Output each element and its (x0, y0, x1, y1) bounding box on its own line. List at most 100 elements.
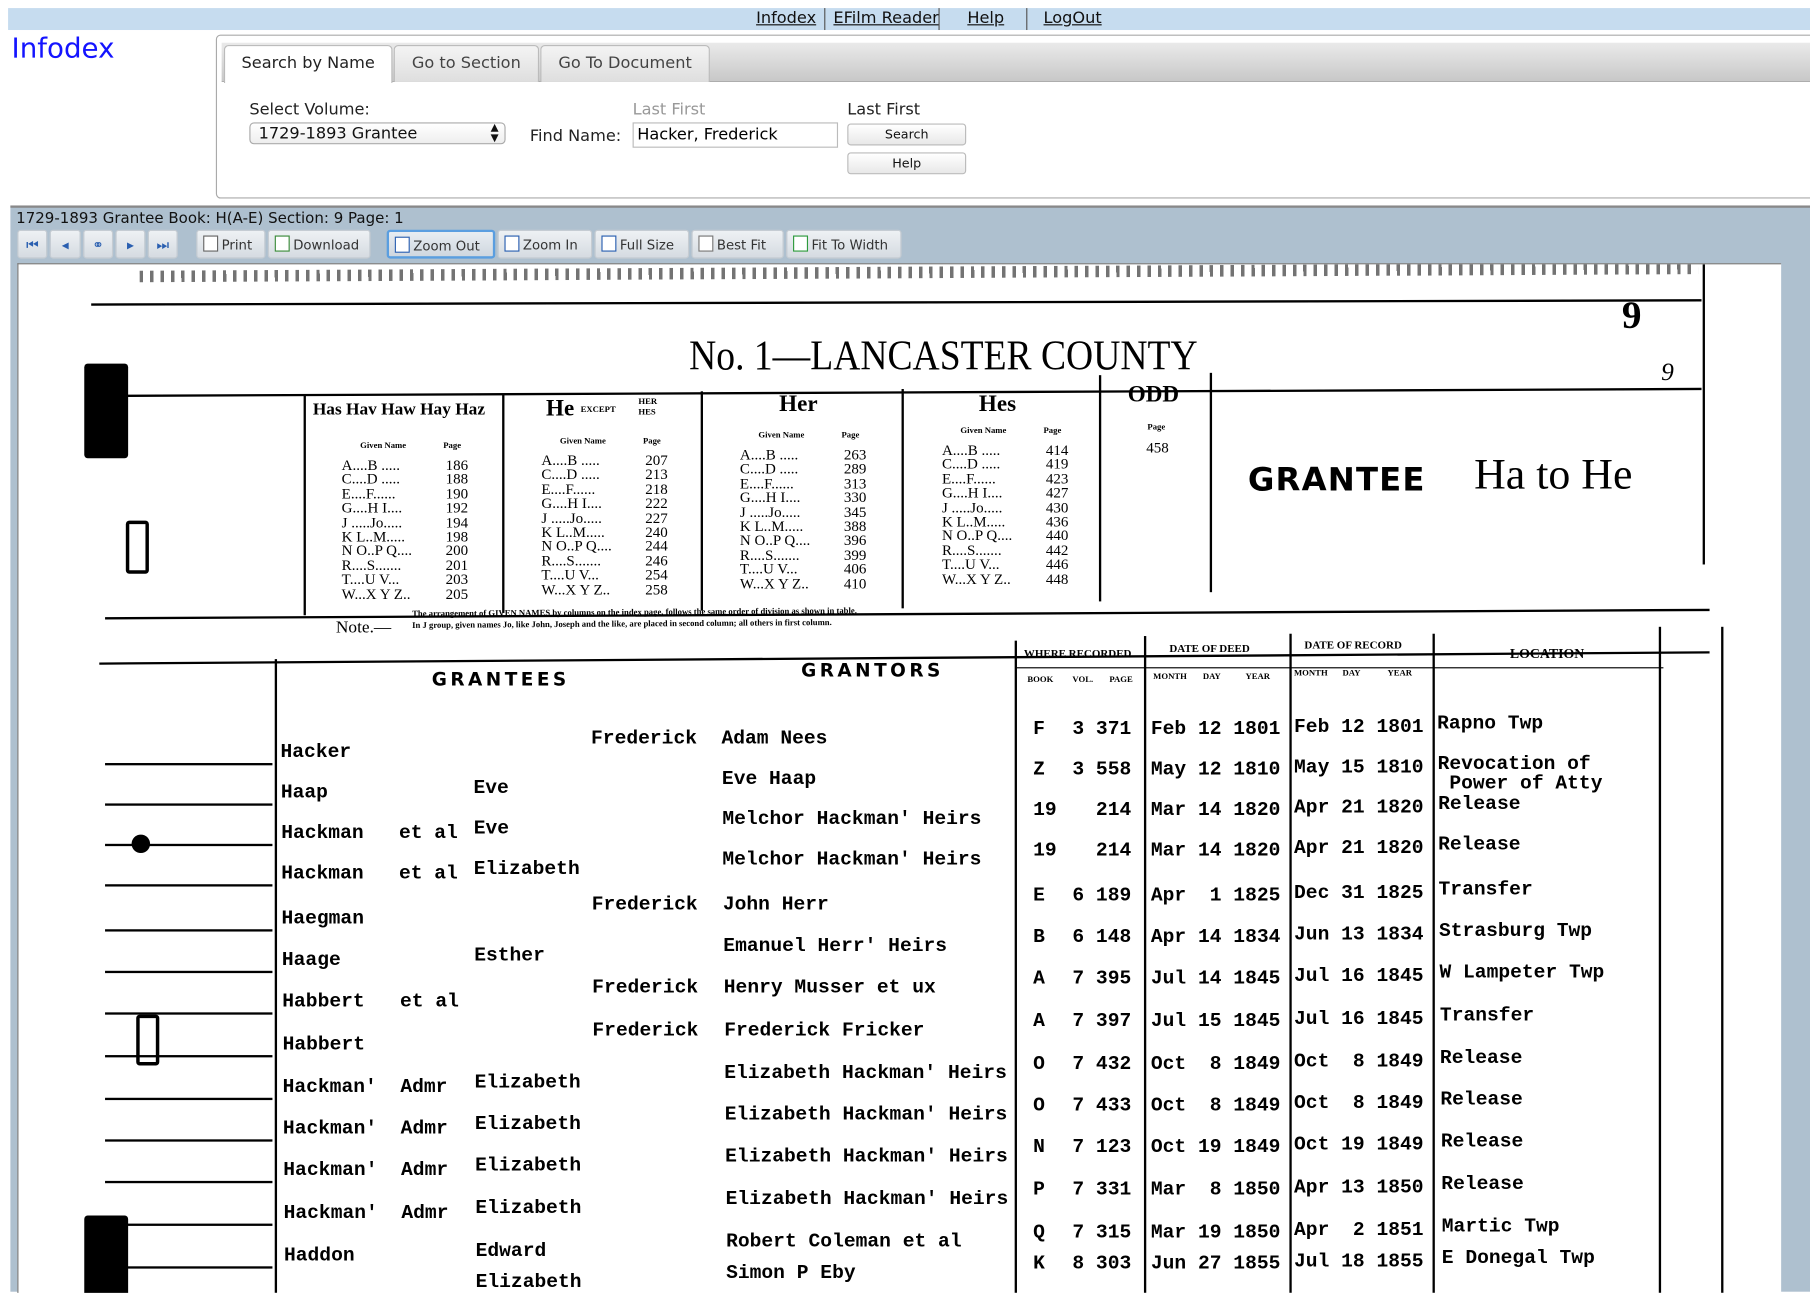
binoculars-find-button[interactable]: ⚭ (83, 229, 114, 259)
toolbar-button-label: Fit To Width (811, 236, 889, 253)
note-label: Note.— (335, 618, 392, 638)
zoom-out-button[interactable]: Zoom Out (386, 229, 496, 259)
location: Release (1438, 794, 1521, 817)
odd-page-heading: Page (1147, 421, 1166, 432)
grantee-given-name-1: Elizabeth (474, 1113, 581, 1136)
index-block-except: EXCEPT (580, 404, 616, 415)
nav-separator (938, 8, 940, 31)
rule-line (105, 1055, 273, 1057)
location: Release (1441, 1173, 1524, 1196)
county-title: No. 1—LANCASTER COUNTY (689, 332, 1198, 380)
last-page-button[interactable]: ⏭ (147, 229, 178, 259)
next-page-button[interactable]: ▸ (115, 229, 146, 259)
location: W Lampeter Twp (1439, 962, 1605, 985)
deed-year-header: YEAR (1245, 670, 1271, 682)
toolbar-button-label: Full Size (619, 236, 675, 253)
grantee-given-name-1: Esther (474, 945, 545, 968)
date-of-record: Jul 16 1845 (1294, 1008, 1424, 1031)
first-page-button[interactable]: ⏮ (17, 229, 48, 259)
date-of-deed: Jun 27 1855 (1150, 1253, 1281, 1276)
grantee-surname: Hackman' Admr (282, 1076, 448, 1099)
location: Release (1438, 834, 1521, 857)
full-size-button[interactable]: Full Size (594, 229, 690, 259)
print-button[interactable]: Print (196, 229, 266, 259)
fit-to-width-button[interactable]: Fit To Width (786, 229, 902, 259)
date-of-record: Apr 13 1850 (1294, 1177, 1424, 1200)
grantee-given-name-1: Elizabeth (475, 1272, 582, 1293)
rule-line (1016, 667, 1664, 669)
tab-go-to-section[interactable]: Go to Section (393, 45, 540, 82)
help-button[interactable]: Help (847, 152, 967, 175)
find-name-input[interactable] (632, 122, 839, 148)
rule-line (105, 929, 273, 931)
odd-title: ODD (1127, 382, 1180, 408)
binder-hole-mark (84, 1215, 129, 1293)
location: Transfer (1439, 1005, 1535, 1028)
rule-line (105, 884, 273, 886)
grantee-surname: Habbert (282, 1034, 366, 1057)
book-number: A (1033, 1011, 1045, 1034)
volume-page: 6 148 (1072, 926, 1132, 949)
book-number: 19 (1033, 840, 1057, 863)
volume-page: 214 (1072, 799, 1132, 822)
location: Strasburg Twp (1438, 921, 1593, 944)
book-number: F (1033, 719, 1045, 742)
book-number: Q (1033, 1222, 1045, 1245)
volume-page: 6 189 (1072, 885, 1132, 908)
nav-separator (1026, 8, 1028, 31)
grantee-surname: Hackman' Admr (283, 1160, 449, 1183)
record-month-header: MONTH (1294, 667, 1328, 678)
search-button[interactable]: Search (847, 123, 967, 146)
book-number: N (1033, 1137, 1045, 1159)
nav-link-logout[interactable]: LogOut (1044, 9, 1102, 27)
previous-page-icon: ◂ (61, 236, 69, 253)
index-block-except-names: HER HES (638, 395, 658, 417)
vol-header: VOL. (1072, 674, 1094, 685)
rule-line (105, 1097, 273, 1100)
grantee-surname: Hackman et al (281, 823, 458, 845)
rule-line (105, 843, 273, 846)
volume-page: 7 395 (1072, 968, 1132, 991)
location: Rapno Twp (1437, 713, 1544, 736)
rule-line (105, 763, 273, 765)
grantees-header: GRANTEES (431, 668, 570, 691)
grantee-surname: Hackman' Admr (283, 1202, 449, 1225)
grantee-range: Ha to He (1474, 450, 1633, 499)
nav-link-infodex[interactable]: Infodex (756, 9, 816, 27)
nav-link-efilm-reader[interactable]: EFilm Reader (833, 9, 938, 27)
location: Release (1440, 1131, 1524, 1154)
index-given-name-heading: Given Name (960, 424, 1007, 436)
tab-go-to-document[interactable]: Go To Document (540, 45, 710, 82)
best-fit-button[interactable]: Best Fit (691, 229, 784, 259)
column-line (1209, 372, 1213, 593)
nav-link-help[interactable]: Help (967, 9, 1004, 27)
grantor-name: Simon P Eby (726, 1262, 856, 1285)
index-block-title: Her (779, 391, 818, 417)
download-icon (274, 235, 290, 252)
select-volume-label: Select Volume: (249, 100, 370, 119)
index-range: W...X Y Z.. (739, 574, 809, 592)
find-name-label: Find Name: (529, 126, 622, 146)
previous-page-button[interactable]: ◂ (49, 229, 81, 259)
volume-select[interactable]: 1729-1893 Grantee ▲ ▼ (249, 122, 506, 145)
download-button[interactable]: Download (267, 229, 371, 259)
top-navigation-bar: Infodex EFilm Reader Help LogOut (8, 8, 1810, 31)
column-line (502, 393, 505, 613)
book-number: O (1033, 1095, 1045, 1118)
grantee-surname: Haddon (283, 1245, 355, 1268)
tab-search-by-name[interactable]: Search by Name (223, 45, 393, 84)
document-image[interactable]: 9 9 No. 1—LANCASTER COUNTY GRANTEE Ha to He H… (17, 263, 1782, 1293)
zoom-in-button[interactable]: Zoom In (497, 229, 593, 259)
document-viewer: 1729-1893 Grantee Book: H(A-E) Section: … (10, 205, 1810, 1293)
date-of-deed: Jul 14 1845 (1150, 968, 1281, 991)
index-page: 205 (445, 584, 469, 603)
location: Release (1440, 1089, 1523, 1112)
toolbar-button-label: Download (293, 236, 360, 253)
grantee-given-name-1: Eve (473, 778, 509, 800)
index-page: 448 (1045, 569, 1069, 588)
index-block-title: He (546, 395, 575, 422)
date-of-deed: Apr 1 1825 (1150, 885, 1281, 908)
date-of-deed: Apr 14 1834 (1150, 926, 1281, 949)
rule-line (105, 1139, 273, 1142)
column-line (1014, 640, 1017, 1293)
